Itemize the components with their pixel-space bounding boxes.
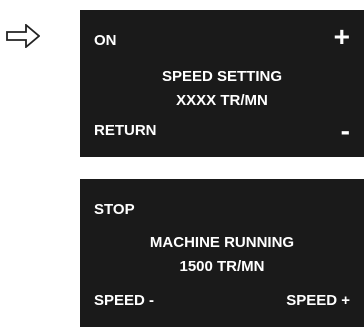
message-line-2: XXXX TR/MN [176,92,268,109]
message-line-1: SPEED SETTING [161,68,283,85]
plus-softkey[interactable]: + [334,23,350,51]
right-arrow-icon [6,24,40,48]
machine-running-screen: STOP MACHINE RUNNING 1500 TR/MN SPEED - … [80,179,364,327]
return-softkey[interactable]: RETURN [94,122,157,139]
message-line-2: 1500 TR/MN [179,258,265,275]
speed-plus-softkey[interactable]: SPEED + [286,292,350,309]
screen-message: SPEED SETTING XXXX TR/MN [80,65,364,113]
speed-minus-softkey[interactable]: SPEED - [94,292,154,309]
speed-setting-screen: ON + SPEED SETTING XXXX TR/MN RETURN - [80,10,364,157]
stop-softkey[interactable]: STOP [94,201,135,218]
message-line-1: MACHINE RUNNING [149,234,295,251]
on-softkey[interactable]: ON [94,32,117,49]
screen-message: MACHINE RUNNING 1500 TR/MN [80,231,364,279]
minus-softkey[interactable]: - [341,117,350,145]
